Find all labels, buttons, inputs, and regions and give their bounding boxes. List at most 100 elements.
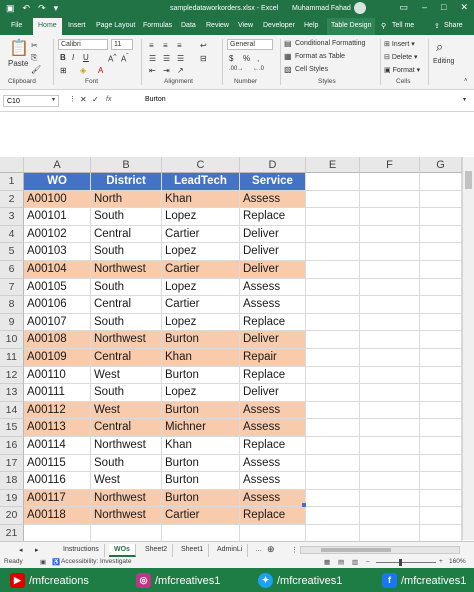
customize-qat-icon[interactable]: ▾ [54,3,59,14]
table-cell[interactable]: Assess [240,296,306,314]
formula-input[interactable]: Burton [145,96,166,103]
empty-cell[interactable] [360,296,420,314]
empty-cell[interactable] [306,507,360,525]
table-cell[interactable]: A00111 [24,384,91,402]
row-header[interactable]: 12 [0,366,24,385]
empty-cell[interactable] [306,296,360,314]
table-cell[interactable]: A00112 [24,401,91,420]
maximize-icon[interactable]: □ [441,2,446,13]
tab-insert[interactable]: Insert [68,22,86,29]
tab-help[interactable]: Help [304,22,318,29]
empty-cell[interactable] [306,261,360,279]
table-cell[interactable]: A00103 [24,243,91,261]
youtube-link[interactable]: ▶ /mfcreations [10,573,89,588]
empty-cell[interactable] [240,525,306,543]
table-cell[interactable]: Lopez [162,208,240,226]
number-format-combo[interactable]: General [227,39,273,50]
table-cell[interactable]: West [91,366,162,385]
underline-icon[interactable]: U [83,53,89,62]
paste-label[interactable]: Paste [8,59,28,68]
empty-cell[interactable] [360,401,420,420]
row-header[interactable]: 15 [0,419,24,437]
empty-cell[interactable] [306,278,360,297]
fill-color-icon[interactable]: ◈ [80,66,86,75]
horizontal-scrollbar[interactable] [300,546,460,554]
page-break-view-icon[interactable]: ▥ [352,558,358,566]
empty-cell[interactable] [360,331,420,349]
table-cell[interactable]: Lopez [162,313,240,332]
empty-cell[interactable] [91,525,162,543]
paste-icon[interactable]: 📋 [9,38,29,58]
empty-cell[interactable] [360,472,420,490]
table-header-cell[interactable]: LeadTech [162,173,240,191]
table-cell[interactable]: South [91,208,162,226]
table-cell[interactable]: A00104 [24,261,91,279]
table-cell[interactable]: Lopez [162,243,240,261]
table-cell[interactable]: Burton [162,401,240,420]
empty-cell[interactable] [360,243,420,261]
table-cell[interactable]: A00102 [24,225,91,244]
minimize-icon[interactable]: – [422,2,427,13]
comma-style-icon[interactable]: , [257,54,259,63]
table-cell[interactable]: A00116 [24,472,91,490]
table-cell[interactable]: Cartier [162,225,240,244]
empty-cell[interactable] [162,525,240,543]
empty-cell[interactable] [306,489,360,508]
name-box[interactable]: C10 [3,95,59,107]
empty-cell[interactable] [420,472,462,490]
empty-cell[interactable] [306,331,360,349]
table-resize-handle[interactable] [302,503,306,508]
table-cell[interactable]: Deliver [240,384,306,402]
table-cell[interactable]: A00110 [24,366,91,385]
tab-page-layout[interactable]: Page Layout [96,22,135,29]
align-top-icon[interactable]: ≡ [149,41,154,50]
avatar[interactable] [354,2,366,14]
macro-record-icon[interactable]: ▣ [40,558,46,566]
wrap-text-icon[interactable]: ↩ [200,41,207,50]
table-cell[interactable]: Assess [240,454,306,473]
table-cell[interactable]: Burton [162,489,240,508]
empty-cell[interactable] [420,331,462,349]
empty-cell[interactable] [420,190,462,209]
table-cell[interactable]: Lopez [162,278,240,297]
row-header[interactable]: 8 [0,296,24,314]
table-cell[interactable]: A00109 [24,349,91,367]
table-cell[interactable]: Repair [240,349,306,367]
empty-cell[interactable] [360,366,420,385]
sheet-tab-wos[interactable]: WOs [109,544,136,557]
empty-cell[interactable] [420,384,462,402]
row-header[interactable]: 21 [0,525,24,543]
empty-cell[interactable] [420,489,462,508]
row-header[interactable]: 19 [0,489,24,508]
table-cell[interactable]: Northwest [91,489,162,508]
table-cell[interactable]: A00113 [24,419,91,437]
table-cell[interactable]: Replace [240,208,306,226]
table-cell[interactable]: Central [91,225,162,244]
grow-font-icon[interactable]: A^ [108,53,116,64]
empty-cell[interactable] [360,419,420,437]
merge-center-icon[interactable]: ⊟ [200,54,207,63]
empty-cell[interactable] [306,384,360,402]
empty-cell[interactable] [360,437,420,455]
table-cell[interactable]: Khan [162,190,240,209]
empty-cell[interactable] [360,507,420,525]
shrink-font-icon[interactable]: Aˇ [121,53,129,64]
conditional-formatting-button[interactable]: Conditional Formatting [295,40,365,47]
align-middle-icon[interactable]: ≡ [163,41,168,50]
empty-cell[interactable] [24,525,91,543]
h-scroll-thumb[interactable] [321,548,391,552]
table-cell[interactable]: Assess [240,472,306,490]
percent-icon[interactable]: % [243,54,250,63]
table-cell[interactable]: Deliver [240,225,306,244]
format-as-table-icon[interactable]: ▦ [284,52,292,61]
instagram-link[interactable]: ◎ /mfcreatives1 [136,573,220,588]
vertical-scrollbar[interactable] [462,157,474,540]
table-cell[interactable]: South [91,278,162,297]
empty-cell[interactable] [420,261,462,279]
table-cell[interactable]: Assess [240,419,306,437]
table-cell[interactable]: Deliver [240,331,306,349]
accessibility-status[interactable]: Accessibility: Investigate [61,558,131,565]
empty-cell[interactable] [306,313,360,332]
empty-cell[interactable] [420,419,462,437]
table-cell[interactable]: Burton [162,331,240,349]
